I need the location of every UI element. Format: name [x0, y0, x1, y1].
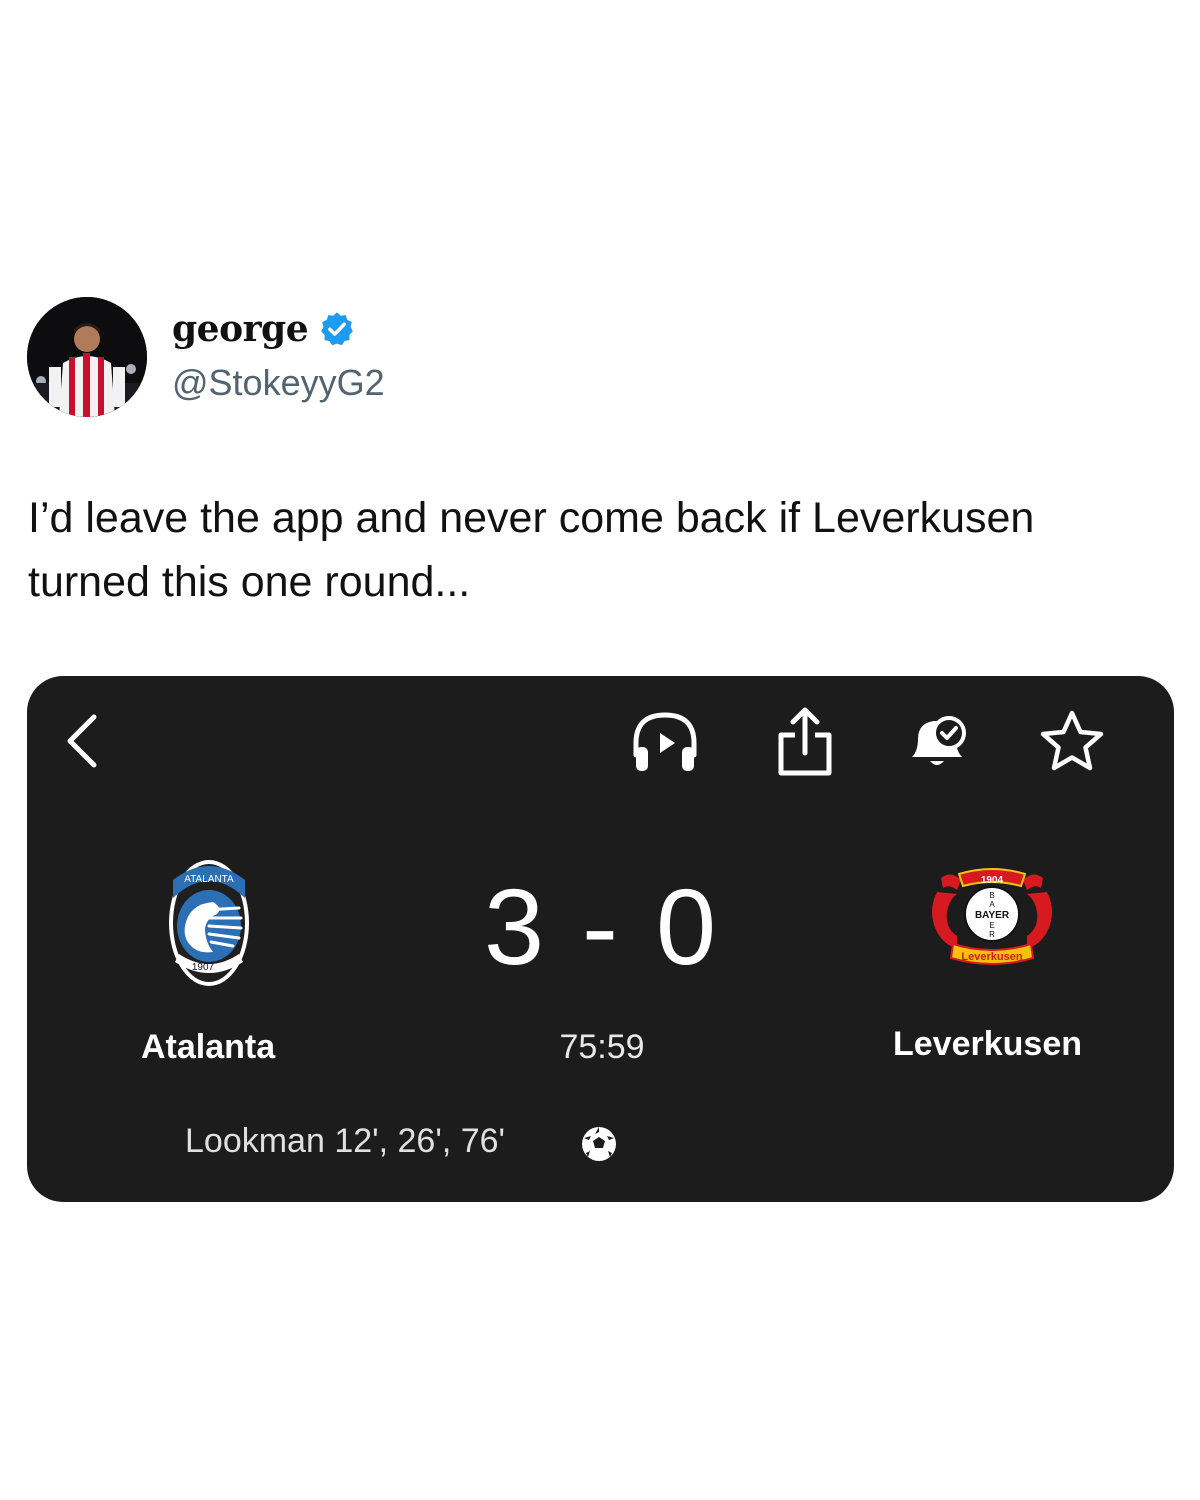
- chevron-left-icon: [60, 711, 104, 776]
- leverkusen-crest-banner: Leverkusen: [961, 951, 1022, 963]
- share-icon: [773, 705, 837, 784]
- star-icon: [1037, 707, 1107, 782]
- audio-button[interactable]: [625, 704, 705, 784]
- match-clock: 75:59: [559, 1028, 645, 1066]
- atalanta-crest-year: 1907: [192, 962, 215, 973]
- display-name[interactable]: george: [172, 308, 309, 350]
- back-button[interactable]: [47, 708, 117, 778]
- atalanta-crest-text: ATALANTA: [184, 874, 234, 885]
- tweet-text: I’d leave the app and never come back if…: [28, 494, 1035, 606]
- leverkusen-crest-center: BAYER: [975, 910, 1010, 921]
- headphones-icon: [628, 705, 702, 784]
- away-team-name[interactable]: Leverkusen: [893, 1025, 1082, 1064]
- match-card: ATALANTA 1907 3 - 0 1904 BAYER B A E R L…: [27, 676, 1174, 1202]
- svg-text:A: A: [989, 900, 995, 909]
- soccer-ball-icon: [579, 1124, 619, 1164]
- svg-text:E: E: [989, 921, 994, 930]
- svg-text:R: R: [989, 930, 995, 939]
- leverkusen-crest[interactable]: 1904 BAYER B A E R Leverkusen: [917, 862, 1067, 972]
- notifications-button[interactable]: [897, 704, 977, 784]
- goal-scorers: Lookman 12', 26', 76': [185, 1122, 506, 1160]
- atalanta-crest[interactable]: ATALANTA 1907: [159, 858, 259, 988]
- bell-check-icon: [902, 707, 972, 782]
- handle[interactable]: @StokeyyG2: [172, 362, 385, 404]
- share-button[interactable]: [765, 704, 845, 784]
- favorite-button[interactable]: [1032, 704, 1112, 784]
- avatar[interactable]: [27, 297, 147, 417]
- home-team-name[interactable]: Atalanta: [141, 1028, 275, 1067]
- score: 3 - 0: [483, 866, 721, 987]
- author-row: george: [172, 308, 356, 350]
- leverkusen-crest-year: 1904: [981, 875, 1004, 886]
- verified-badge-icon: [318, 310, 356, 348]
- svg-text:B: B: [989, 891, 994, 900]
